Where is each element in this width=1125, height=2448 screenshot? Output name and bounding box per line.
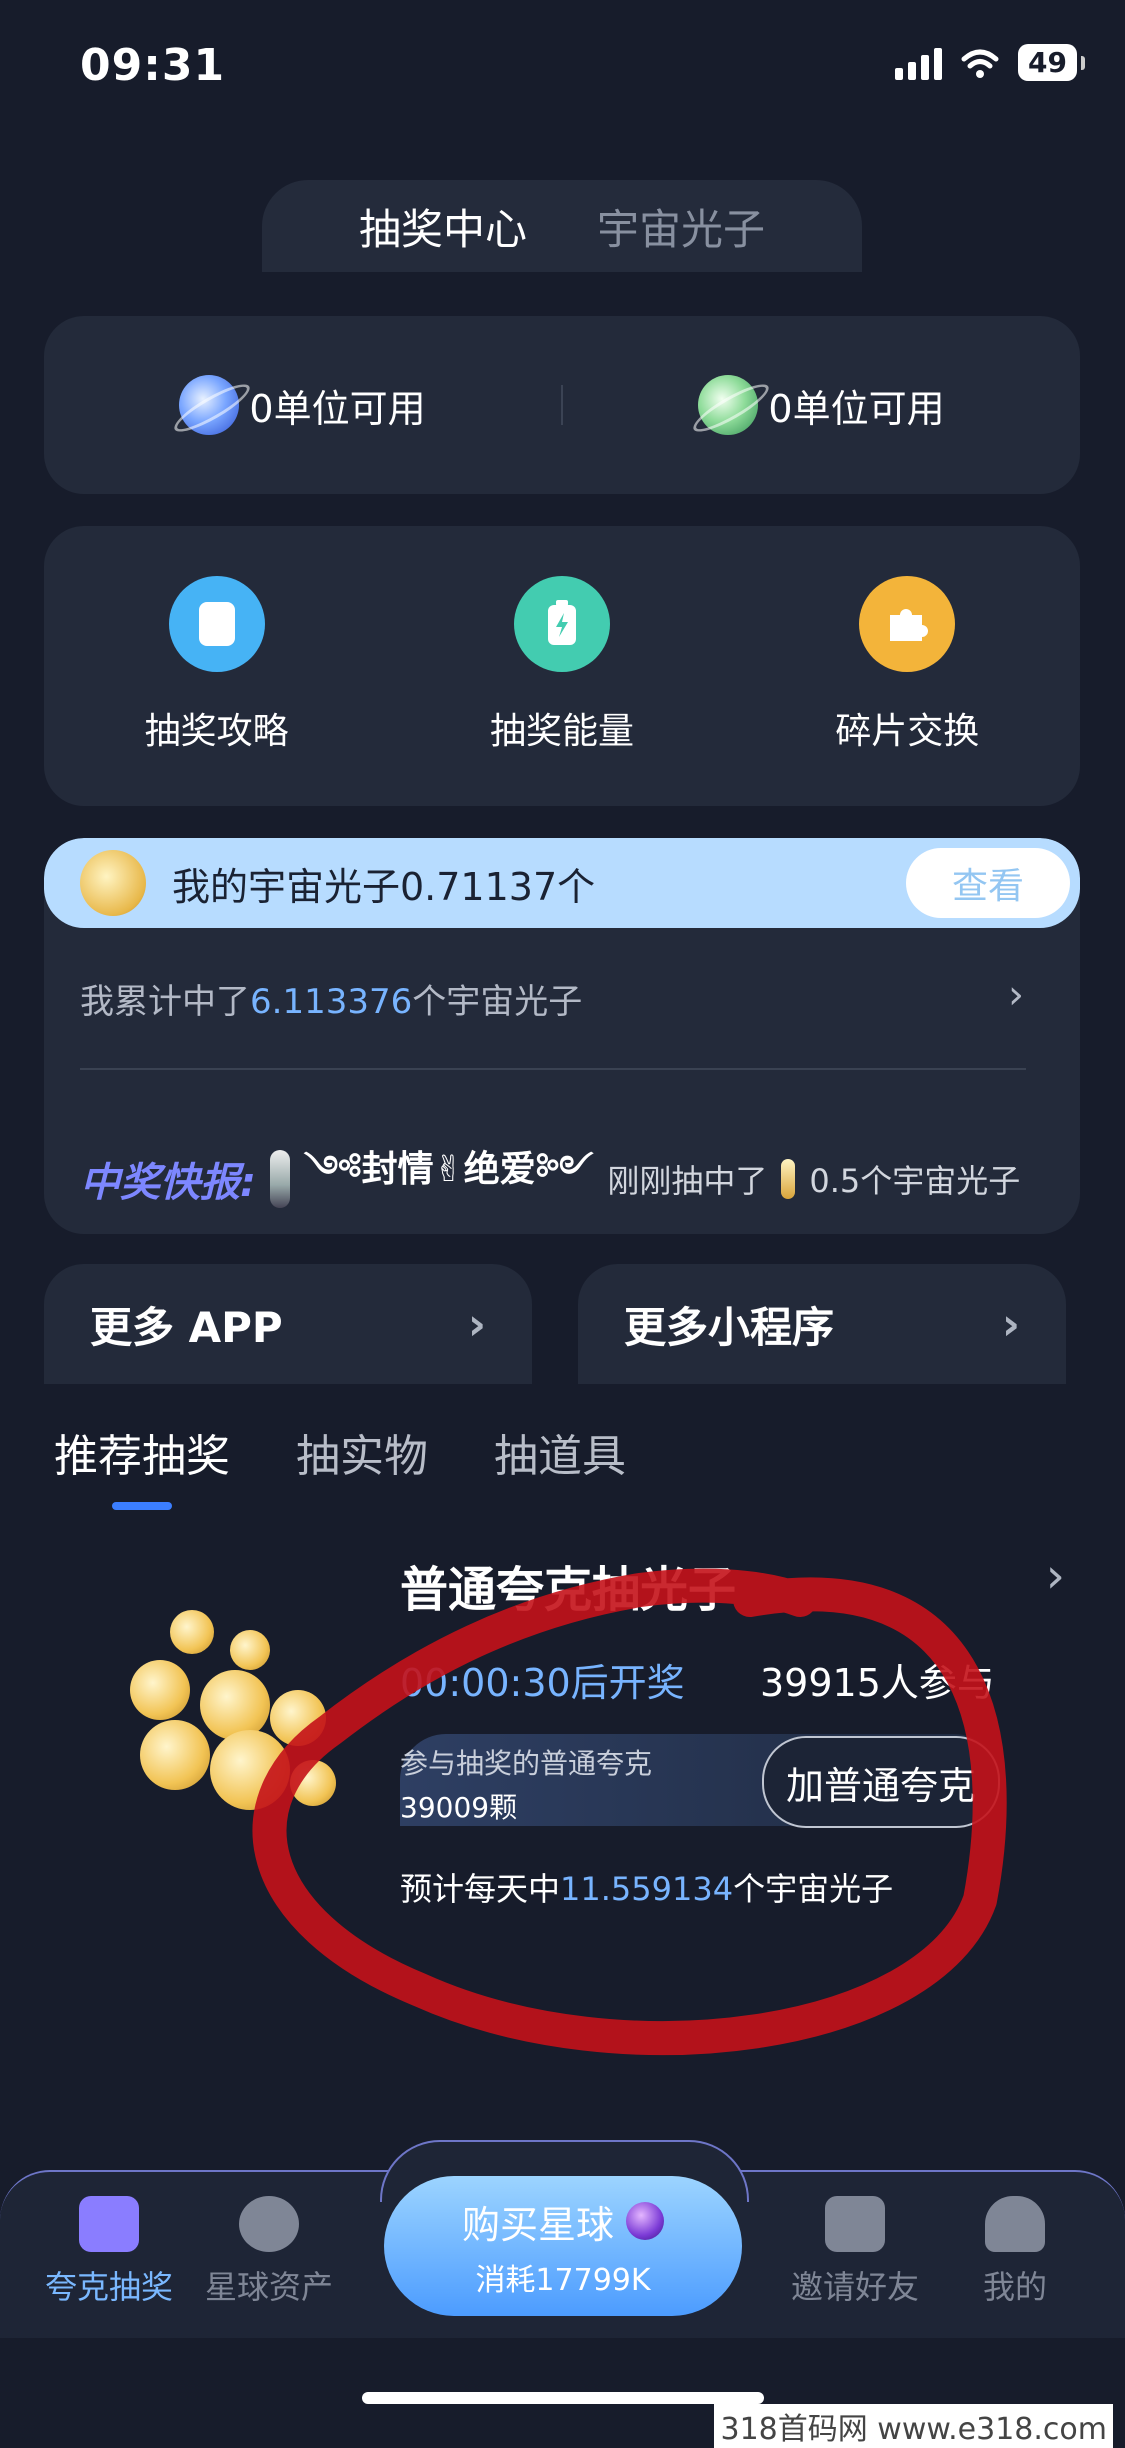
tab-physical[interactable]: 抽实物 [296, 1420, 428, 1484]
more-app-label: 更多 APP [90, 1302, 283, 1352]
pool-label: 参与抽奖的普通夸克 [400, 1747, 653, 1780]
nav-lottery[interactable]: 夸克抽奖 [34, 2196, 184, 2308]
units-card: 0单位可用 0单位可用 [44, 316, 1080, 494]
nav-label: 星球资产 [204, 2268, 333, 2306]
blue-planet-icon [179, 375, 240, 435]
shortcut-guide[interactable]: 抽奖攻略 [87, 576, 347, 754]
more-miniprogram-card[interactable]: 更多小程序 › [578, 1264, 1066, 1384]
cumulative-row[interactable]: 我累计中了6.113376个宇宙光子 [80, 974, 582, 1023]
more-app-card[interactable]: 更多 APP › [44, 1264, 532, 1384]
buy-planet-button[interactable]: 购买星球 消耗17799K [384, 2176, 742, 2316]
shortcut-energy[interactable]: 抽奖能量 [432, 576, 692, 754]
news-amount: 0.5个宇宙光子 [809, 1162, 1021, 1200]
tab-lottery-center[interactable]: 抽奖中心 [359, 196, 527, 257]
home-indicator[interactable] [362, 2392, 764, 2404]
tab-underline [112, 1502, 172, 1510]
wifi-icon [961, 49, 999, 78]
add-quark-button[interactable]: 加普通夸克 [762, 1736, 1000, 1828]
chevron-right-icon[interactable]: › [1008, 972, 1024, 1018]
buy-title: 购买星球 [461, 2202, 614, 2247]
gem-icon [270, 1150, 290, 1208]
photon-coin-icon [781, 1159, 796, 1199]
planet-icon [239, 2196, 299, 2252]
green-planet-icon [698, 375, 759, 435]
more-miniprogram-label: 更多小程序 [624, 1302, 835, 1352]
my-photon-bar: 我的宇宙光子0.71137个 查看 [44, 838, 1080, 928]
battery-icon [513, 576, 610, 672]
chevron-right-icon[interactable]: › [1046, 1548, 1065, 1604]
shortcut-label: 抽奖能量 [489, 711, 634, 752]
guide-icon [168, 576, 265, 672]
nav-label: 邀请好友 [790, 2268, 919, 2306]
gift-icon [79, 2196, 139, 2252]
status-indicators: 49 [895, 44, 1085, 81]
news-user: ༺封情✌绝爱༻ [304, 1149, 594, 1190]
top-tabs: 抽奖中心 宇宙光子 [262, 180, 862, 272]
tab-cosmic-photon[interactable]: 宇宙光子 [597, 196, 765, 257]
nav-profile[interactable]: 我的 [940, 2196, 1090, 2308]
daily-value: 11.559134 [560, 1870, 734, 1908]
lottery-participants: 39915人参与 [760, 1661, 995, 1705]
planet-icon [626, 2202, 664, 2240]
tab-recommended[interactable]: 推荐抽奖 [54, 1420, 230, 1484]
unit-green[interactable]: 0单位可用 [563, 375, 1080, 435]
pool-count: 39009颗 [400, 1791, 518, 1824]
cumulative-value: 6.113376 [250, 982, 413, 1022]
news-title: 中奖快报: [80, 1160, 256, 1206]
unit-label: 0单位可用 [249, 386, 426, 431]
signal-icon [895, 46, 943, 80]
tab-props[interactable]: 抽道具 [494, 1420, 626, 1484]
buy-cost: 消耗17799K [475, 2262, 651, 2298]
puzzle-icon [859, 576, 956, 672]
shortcut-label: 抽奖攻略 [144, 711, 289, 752]
view-button[interactable]: 查看 [906, 848, 1070, 918]
shortcut-puzzle[interactable]: 碎片交换 [777, 576, 1037, 754]
news-text: 刚刚抽中了 [607, 1162, 768, 1200]
nav-label: 我的 [982, 2268, 1047, 2306]
category-tabs: 推荐抽奖 抽实物 抽道具 [54, 1420, 626, 1484]
unit-label: 0单位可用 [768, 386, 945, 431]
my-photon-label: 我的宇宙光子0.71137个 [172, 864, 596, 909]
chevron-right-icon: › [1001, 1298, 1020, 1350]
battery-icon: 49 [1018, 44, 1085, 81]
photon-coin-icon [80, 850, 146, 916]
lottery-title[interactable]: 普通夸克抽光子 [400, 1550, 736, 1620]
photon-card: 我的宇宙光子0.71137个 查看 我累计中了6.113376个宇宙光子 › 中… [44, 838, 1080, 1234]
chevron-right-icon: › [467, 1298, 486, 1350]
nav-invite[interactable]: 邀请好友 [780, 2196, 930, 2308]
nav-label: 夸克抽奖 [44, 2268, 173, 2306]
shortcut-label: 碎片交换 [835, 711, 980, 752]
watermark-text: 318首码网 www.e318.com [714, 2404, 1113, 2448]
daily-estimate: 预计每天中11.559134个宇宙光子 [400, 1870, 894, 1908]
profile-icon [985, 2196, 1045, 2252]
lottery-countdown: 00:00:30后开奖 [400, 1661, 685, 1705]
unit-blue[interactable]: 0单位可用 [44, 375, 561, 435]
nav-assets[interactable]: 星球资产 [194, 2196, 344, 2308]
status-time: 09:31 [80, 40, 226, 91]
divider [80, 1068, 1026, 1070]
win-news: 中奖快报: ༺封情✌绝爱༻ 刚刚抽中了 0.5个宇宙光子 [80, 1128, 1020, 1230]
photon-pile-image [120, 1600, 340, 1840]
shortcuts-card: 抽奖攻略 抽奖能量 碎片交换 [44, 526, 1080, 806]
invite-icon [825, 2196, 885, 2252]
